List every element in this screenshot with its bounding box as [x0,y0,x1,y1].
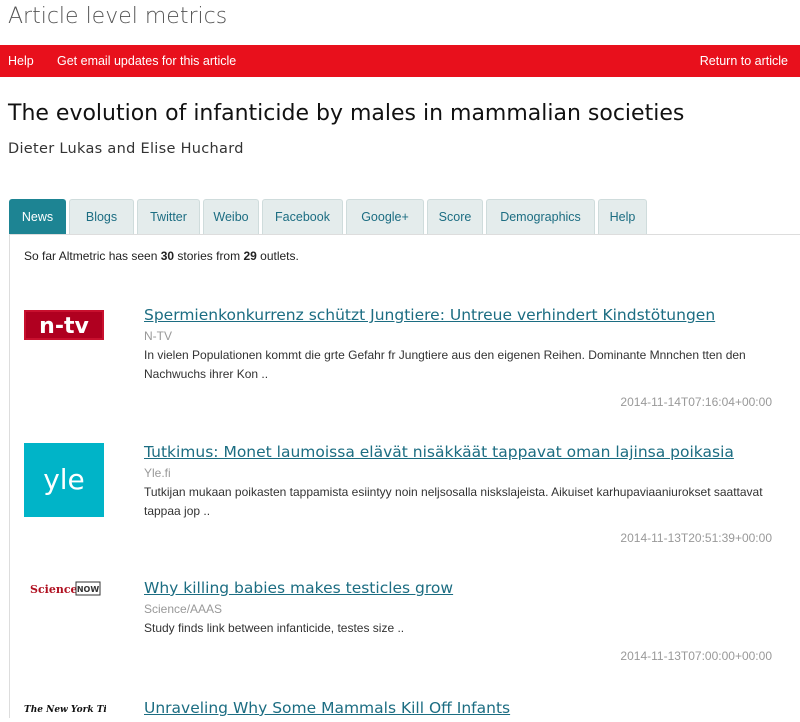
help-link[interactable]: Help [8,54,34,68]
return-to-article-link[interactable]: Return to article [700,54,788,68]
svg-text:n-tv: n-tv [39,314,89,339]
svg-text:Science: Science [30,583,78,596]
news-headline-link[interactable]: Tutkimus: Monet laumoissa elävät nisäkkä… [144,443,734,461]
tab-news[interactable]: News [9,199,66,235]
email-updates-link[interactable]: Get email updates for this article [57,54,236,68]
ntv-logo-icon: n-tv [24,308,104,342]
svg-text:yle: yle [43,463,85,496]
news-timestamp: 2014-11-14T07:16:04+00:00 [620,395,772,409]
nyt-logo-icon: The New York Times [24,701,127,717]
news-headline-link[interactable]: Unraveling Why Some Mammals Kill Off Inf… [144,699,510,717]
news-snippet: In vielen Populationen kommt die grte Ge… [144,348,746,381]
tab-google-plus[interactable]: Google+ [346,199,424,234]
article-title: The evolution of infanticide by males in… [8,101,685,126]
news-headline-link[interactable]: Spermienkonkurrenz schützt Jungtiere: Un… [144,306,715,324]
tab-blogs[interactable]: Blogs [69,199,134,234]
news-snippet: Study finds link between infanticide, te… [144,621,405,635]
news-headline-link[interactable]: Why killing babies makes testicles grow [144,579,453,597]
news-source: Science/AAAS [144,602,223,616]
news-timestamp: 2014-11-13T20:51:39+00:00 [620,531,772,545]
tab-facebook[interactable]: Facebook [262,199,343,234]
news-snippet: Tutkijan mukaan poikasten tappamista esi… [144,485,763,518]
tab-weibo[interactable]: Weibo [203,199,259,234]
news-source: N-TV [144,329,172,343]
news-source: Yle.fi [144,466,171,480]
top-toolbar: Help Get email updates for this article … [0,45,800,77]
tab-help[interactable]: Help [598,199,647,234]
svg-text:NOW: NOW [77,585,99,594]
story-count: 30 [160,249,175,263]
news-timestamp: 2014-11-13T07:00:00+00:00 [620,649,772,663]
yle-logo-icon: yle [24,443,104,517]
tab-demographics[interactable]: Demographics [486,199,595,234]
outlet-count: 29 [243,249,257,263]
tab-score[interactable]: Score [427,199,483,234]
app-title: Article level metrics [8,4,228,29]
tab-twitter[interactable]: Twitter [137,199,200,234]
summary-text: So far Altmetric has seen 30 stories fro… [24,249,299,263]
science-now-logo-icon: Science NOW [24,581,104,597]
article-authors: Dieter Lukas and Elise Huchard [8,141,244,157]
svg-text:The New York Times: The New York Times [24,705,106,715]
